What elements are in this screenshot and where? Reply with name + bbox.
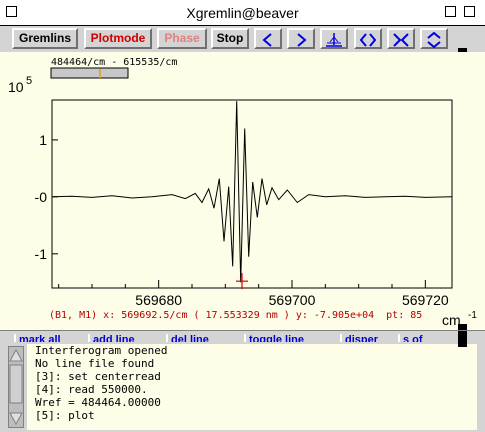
arrow-left-icon [262, 32, 272, 47]
scrollbar-thumb[interactable] [9, 364, 23, 404]
toggle-line-button[interactable]: toggle line [244, 334, 304, 342]
scroll-down-icon[interactable] [9, 412, 23, 426]
scrollbar-arrows[interactable] [9, 347, 23, 427]
center-line-icon [326, 32, 342, 47]
expand-vertical-icon [427, 32, 441, 48]
y-exponent-base: 10 [8, 79, 24, 95]
y-tick-label: 1 [39, 132, 47, 148]
corner-square [458, 338, 467, 347]
gremlins-button[interactable]: Gremlins [12, 28, 78, 49]
cursor-status: (B1, M1) x: 569692.5/cm ( 17.553329 nm )… [49, 310, 423, 321]
del-line-button[interactable]: del line [166, 334, 209, 342]
stop-button[interactable]: Stop [211, 28, 249, 49]
cursor-marker [236, 273, 248, 290]
minimize-icon[interactable] [445, 6, 456, 17]
more-button[interactable]: s of [398, 334, 423, 342]
scroll-up-icon[interactable] [9, 348, 23, 362]
main-toolbar: Gremlins Plotmode Phase Stop [0, 26, 485, 57]
disper-button[interactable]: disper [340, 334, 378, 342]
add-line-button[interactable]: add line [88, 334, 135, 342]
expand-vertical-button[interactable] [420, 28, 448, 49]
expand-horizontal-icon [360, 32, 376, 47]
x-tick-label: 569700 [269, 292, 316, 308]
scroll-right-button[interactable] [287, 28, 315, 49]
log-line: Interferogram opened [35, 344, 168, 357]
range-scrollbar[interactable] [50, 67, 129, 79]
window-title-bar[interactable]: Xgremlin@beaver [0, 0, 485, 26]
x-tick-label: 569680 [135, 292, 182, 308]
plotmode-button[interactable]: Plotmode [84, 28, 152, 49]
plot-canvas[interactable]: 10 5 1-0-1 569680 569700 569720 cm -1 [0, 52, 485, 330]
line-toolbar: mark all add line del line toggle line d… [0, 330, 485, 342]
log-line: No line file found [35, 357, 155, 370]
y-tick-label: -1 [35, 246, 48, 262]
phase-button[interactable]: Phase [157, 28, 207, 49]
interferogram-line [51, 101, 453, 283]
mark-all-button[interactable]: mark all [14, 334, 61, 342]
log-scrollbar[interactable] [8, 346, 24, 428]
log-line: [4]: read 550000. [35, 383, 148, 396]
log-line: [3]: set centerread [35, 370, 161, 383]
x-tick-label: 569720 [402, 292, 449, 308]
contract-horizontal-icon [393, 32, 409, 47]
plot-area[interactable]: 484464/cm - 615535/cm 10 5 1 -0 -1 569680 5… [0, 52, 485, 333]
y-tick-label: -0 [35, 189, 48, 205]
command-log[interactable]: Interferogram opened No line file found … [27, 344, 477, 430]
x-axis: 569680 569700 569720 [58, 280, 449, 308]
log-line: [5]: plot [35, 409, 95, 422]
expand-horizontal-button[interactable] [354, 28, 382, 49]
scroll-left-button[interactable] [254, 28, 282, 49]
y-exponent-power: 5 [26, 75, 32, 87]
x-unit-power: -1 [468, 310, 477, 321]
contract-horizontal-button[interactable] [387, 28, 415, 49]
log-line: Wref = 484464.00000 [35, 396, 161, 409]
center-line-button[interactable] [320, 28, 348, 49]
maximize-icon[interactable] [464, 6, 475, 17]
arrow-right-icon [297, 32, 307, 47]
window-title: Xgremlin@beaver [186, 5, 299, 21]
